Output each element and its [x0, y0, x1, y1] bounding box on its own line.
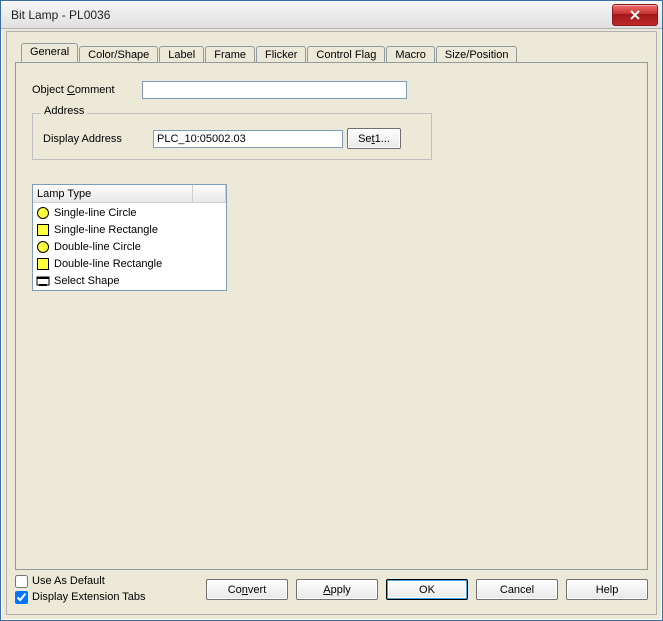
apply-button[interactable]: Apply: [296, 579, 378, 600]
address-legend: Address: [41, 105, 87, 117]
lamp-type-header[interactable]: Lamp Type: [33, 185, 193, 203]
list-item-label: Double-line Circle: [54, 241, 141, 253]
list-item-label: Double-line Rectangle: [54, 258, 162, 270]
lamp-type-list[interactable]: Lamp Type Single-line Circle Single-line…: [32, 184, 227, 291]
close-button[interactable]: [612, 4, 658, 26]
list-item[interactable]: Select Shape: [33, 272, 226, 289]
shape-icon: [36, 274, 50, 288]
lamp-type-header-row: Lamp Type: [33, 185, 226, 203]
display-address-label: Display Address: [43, 133, 153, 145]
display-extension-tabs-checkbox[interactable]: Display Extension Tabs: [15, 589, 146, 605]
dialog-footer: Use As Default Display Extension Tabs Co…: [15, 570, 648, 610]
window-title: Bit Lamp - PL0036: [11, 8, 612, 22]
list-item[interactable]: Double-line Circle: [33, 238, 226, 255]
list-item-label: Single-line Circle: [54, 207, 137, 219]
object-comment-row: Object Comment: [32, 81, 631, 99]
list-item[interactable]: Single-line Rectangle: [33, 221, 226, 238]
rectangle-icon: [36, 257, 50, 271]
tab-color-shape[interactable]: Color/Shape: [79, 46, 158, 63]
circle-icon: [36, 240, 50, 254]
tab-macro[interactable]: Macro: [386, 46, 435, 63]
help-button[interactable]: Help: [566, 579, 648, 600]
rectangle-icon: [36, 223, 50, 237]
titlebar: Bit Lamp - PL0036: [1, 1, 662, 29]
tab-body-general: Object Comment Address Display Address S…: [15, 62, 648, 570]
tab-size-position[interactable]: Size/Position: [436, 46, 518, 63]
tab-strip: General Color/Shape Label Frame Flicker …: [21, 40, 648, 62]
tab-control-flag[interactable]: Control Flag: [307, 46, 385, 63]
tab-flicker[interactable]: Flicker: [256, 46, 306, 63]
tab-frame[interactable]: Frame: [205, 46, 255, 63]
circle-icon: [36, 206, 50, 220]
object-comment-label: Object Comment: [32, 84, 142, 96]
display-address-input[interactable]: [153, 130, 343, 148]
lamp-type-header-spare[interactable]: [193, 185, 226, 203]
ok-button[interactable]: OK: [386, 579, 468, 600]
convert-button[interactable]: Convert: [206, 579, 288, 600]
address-group: Address Display Address Set1...: [32, 113, 432, 160]
dialog-window: Bit Lamp - PL0036 General Color/Shape La…: [0, 0, 663, 621]
set-address-button[interactable]: Set1...: [347, 128, 401, 149]
cancel-button[interactable]: Cancel: [476, 579, 558, 600]
tab-general[interactable]: General: [21, 43, 78, 62]
display-extension-tabs-input[interactable]: [15, 591, 28, 604]
use-as-default-input[interactable]: [15, 575, 28, 588]
client-area: General Color/Shape Label Frame Flicker …: [6, 31, 657, 615]
list-item[interactable]: Single-line Circle: [33, 204, 226, 221]
tab-label[interactable]: Label: [159, 46, 204, 63]
object-comment-input[interactable]: [142, 81, 407, 99]
list-item-label: Single-line Rectangle: [54, 224, 158, 236]
use-as-default-checkbox[interactable]: Use As Default: [15, 573, 146, 589]
close-icon: [630, 10, 640, 20]
list-item[interactable]: Double-line Rectangle: [33, 255, 226, 272]
list-item-label: Select Shape: [54, 275, 119, 287]
